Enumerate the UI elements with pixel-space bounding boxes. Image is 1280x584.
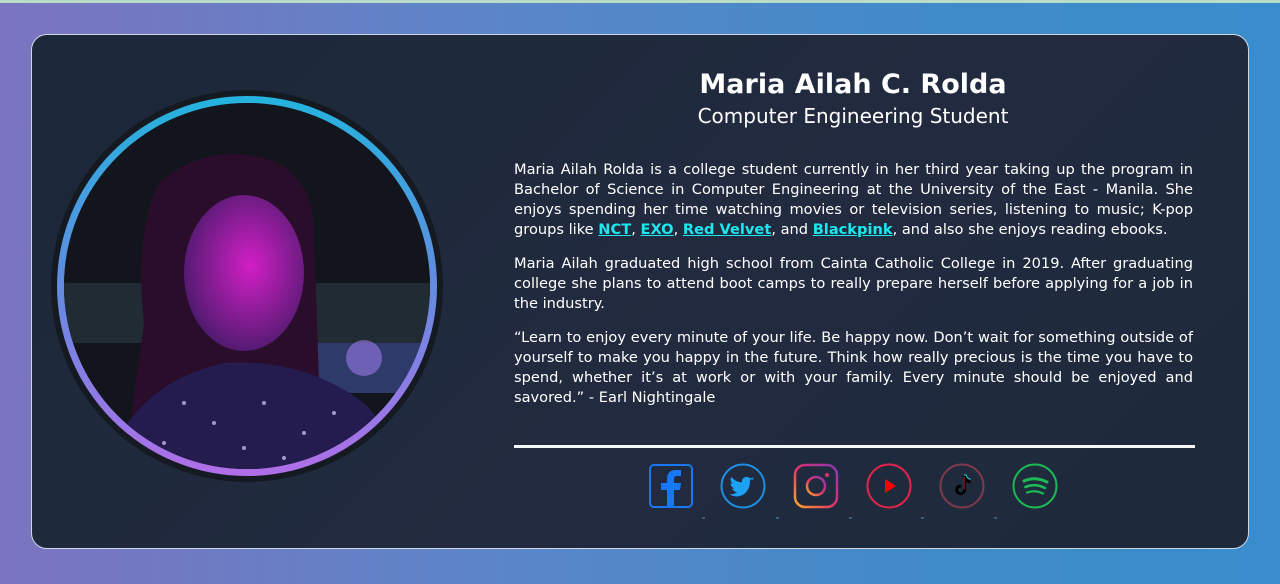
youtube-link[interactable]	[866, 463, 912, 509]
profile-photo	[64, 103, 430, 469]
bio-quote: “Learn to enjoy every minute of your lif…	[514, 329, 1193, 406]
decorative-dot	[921, 517, 924, 519]
spotify-icon	[1012, 463, 1058, 509]
separator: , and	[771, 221, 813, 238]
youtube-icon	[866, 463, 912, 509]
profile-name: Maria Ailah C. Rolda	[699, 69, 1007, 100]
link-nct[interactable]: NCT	[598, 221, 631, 238]
instagram-link[interactable]	[793, 463, 839, 509]
link-exo[interactable]: EXO	[640, 221, 673, 238]
profile-photo-frame	[51, 90, 443, 482]
separator: ,	[673, 221, 683, 238]
link-blackpink[interactable]: Blackpink	[813, 221, 893, 238]
facebook-link[interactable]	[648, 463, 694, 509]
profile-title: Computer Engineering Student	[697, 104, 1009, 128]
twitter-icon	[720, 463, 766, 509]
tiktok-icon	[939, 463, 985, 509]
decorative-dot	[776, 517, 779, 519]
bio-paragraph-1: Maria Ailah Rolda is a college student c…	[514, 160, 1193, 240]
facebook-icon	[649, 464, 693, 508]
bio-paragraph-2: Maria Ailah graduated high school from C…	[514, 255, 1193, 312]
tiktok-link[interactable]	[939, 463, 985, 509]
decorative-dot	[702, 517, 705, 519]
bio-section: Maria Ailah Rolda is a college student c…	[514, 160, 1193, 422]
bio-text: , and also she enjoys reading ebooks.	[892, 221, 1168, 238]
twitter-link[interactable]	[720, 463, 766, 509]
link-red-velvet[interactable]: Red Velvet	[683, 221, 771, 238]
top-accent-line	[0, 0, 1280, 3]
social-links	[648, 463, 1068, 513]
profile-photo-ring	[57, 96, 437, 476]
decorative-dot	[849, 517, 852, 519]
divider	[514, 445, 1195, 448]
decorative-dot	[994, 517, 997, 519]
spotify-link[interactable]	[1012, 463, 1058, 509]
instagram-icon	[793, 463, 839, 509]
